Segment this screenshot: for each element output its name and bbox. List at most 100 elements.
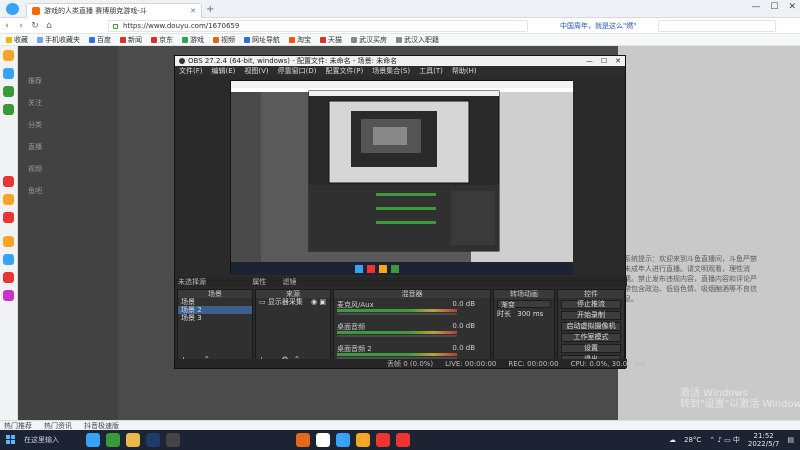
obs-minimize-icon[interactable]: —: [586, 57, 593, 65]
bookmark-item[interactable]: 百度: [89, 35, 111, 45]
app-icon[interactable]: [396, 433, 410, 447]
url-text: https://www.douyu.com/1670659: [123, 22, 240, 30]
sidenav-item[interactable]: 分类: [28, 120, 42, 130]
bookmark-item[interactable]: 游戏: [182, 35, 204, 45]
sidebar-app-icon[interactable]: [3, 68, 14, 79]
menu-help[interactable]: 帮助(H): [452, 66, 477, 76]
new-tab-icon[interactable]: +: [206, 4, 214, 15]
maximize-icon[interactable]: ☐: [770, 2, 778, 12]
settings-button[interactable]: 设置: [561, 344, 621, 353]
back-icon[interactable]: ‹: [0, 21, 14, 31]
file-explorer-icon[interactable]: [126, 433, 140, 447]
obs-titlebar: OBS 27.2.4 (64-bit, windows) - 配置文件: 未命名…: [175, 56, 625, 66]
bookmark-item[interactable]: 天猫: [320, 35, 342, 45]
home-icon[interactable]: ⌂: [42, 21, 56, 31]
weather-icon[interactable]: ☁: [669, 436, 676, 444]
app-icon[interactable]: [356, 433, 370, 447]
refresh-icon[interactable]: ↻: [28, 21, 42, 31]
sidebar-app-icon[interactable]: [3, 194, 14, 205]
filters-button[interactable]: 滤镜: [282, 278, 296, 286]
stop-streaming-button[interactable]: 停止推流: [561, 300, 621, 309]
properties-button[interactable]: 属性: [252, 278, 266, 286]
windows-start-icon[interactable]: [6, 435, 16, 445]
controls-dock: 控件 停止推流 开始录制 启动虚拟摄像机 工作室模式 设置 退出: [557, 289, 625, 367]
app-icon[interactable]: [296, 433, 310, 447]
obs-close-icon[interactable]: ✕: [615, 57, 621, 65]
status-item[interactable]: 热门推荐: [4, 421, 32, 431]
scene-item[interactable]: 场景 3: [178, 314, 252, 322]
edge-browser-icon[interactable]: [86, 433, 100, 447]
track-db: 0.0 dB: [452, 300, 475, 308]
sidebar-app-icon[interactable]: [3, 104, 14, 115]
clock[interactable]: 21:52 2022/5/7: [748, 432, 779, 448]
sidebar-app-icon[interactable]: [3, 254, 14, 265]
taskbar-search[interactable]: 在这里输入: [24, 435, 64, 445]
menu-profile[interactable]: 配置文件(P): [326, 66, 364, 76]
sidebar-app-icon[interactable]: [3, 86, 14, 97]
volume-slider[interactable]: [337, 313, 457, 315]
url-input[interactable]: https://www.douyu.com/1670659: [108, 20, 528, 32]
eye-lock-icon[interactable]: ◉ ▣: [311, 298, 326, 306]
tab-close-icon[interactable]: ✕: [190, 7, 196, 15]
sidebar-app-icon[interactable]: [3, 176, 14, 187]
search-input[interactable]: [658, 20, 776, 32]
sidebar-app-icon[interactable]: [3, 50, 14, 61]
scene-item[interactable]: 场景 2: [178, 306, 252, 314]
minimize-icon[interactable]: —: [751, 2, 760, 12]
temperature[interactable]: 28°C: [684, 436, 701, 444]
virtual-camera-button[interactable]: 启动虚拟摄像机: [561, 322, 621, 331]
bookmark-item[interactable]: 收藏: [6, 35, 28, 45]
sidenav-item[interactable]: 推荐: [28, 76, 42, 86]
duration-input[interactable]: 300 ms: [517, 310, 543, 318]
status-item[interactable]: 抖音极速版: [84, 421, 119, 431]
obs-taskbar-icon[interactable]: [166, 433, 180, 447]
bookmark-icon: [396, 36, 402, 43]
bookmark-item[interactable]: 武汉入职籍: [396, 35, 439, 45]
track-db: 0.0 dB: [452, 322, 475, 330]
notification-icon[interactable]: ▤: [787, 436, 794, 444]
sidebar-app-icon[interactable]: [3, 212, 14, 223]
system-tray: ☁ 28°C ⌃ ♪ ▭ 中 21:52 2022/5/7 ▤: [669, 432, 794, 448]
app-icon[interactable]: [316, 433, 330, 447]
app-icon[interactable]: [336, 433, 350, 447]
browser-tab[interactable]: 游戏的人类直播 赛博朋克游戏-斗 ✕: [26, 3, 202, 18]
bookmark-item[interactable]: 淘宝: [289, 35, 311, 45]
scene-item[interactable]: 场景: [178, 298, 252, 306]
browser-logo-icon[interactable]: [6, 3, 19, 15]
bookmark-item[interactable]: 手机收藏夹: [37, 35, 80, 45]
start-recording-button[interactable]: 开始录制: [561, 311, 621, 320]
bookmark-item[interactable]: 京东: [151, 35, 173, 45]
app-icon[interactable]: [146, 433, 160, 447]
studio-mode-button[interactable]: 工作室模式: [561, 333, 621, 342]
sidenav-item[interactable]: 关注: [28, 98, 42, 108]
obs-preview[interactable]: [230, 80, 573, 275]
bookmark-item[interactable]: 视频: [213, 35, 235, 45]
sidebar-app-icon[interactable]: [3, 236, 14, 247]
transition-select[interactable]: 渐变: [497, 300, 551, 309]
close-icon[interactable]: ✕: [788, 2, 796, 12]
obs-maximize-icon[interactable]: ☐: [601, 57, 607, 65]
volume-meter: [337, 309, 457, 312]
forward-icon[interactable]: ›: [14, 21, 28, 31]
volume-slider[interactable]: [337, 335, 457, 337]
bookmark-item[interactable]: 武汉买房: [351, 35, 387, 45]
menu-scene-collection[interactable]: 场景集合(S): [372, 66, 410, 76]
app-icon[interactable]: [376, 433, 390, 447]
menu-edit[interactable]: 编辑(E): [212, 66, 236, 76]
sidebar-app-icon[interactable]: [3, 272, 14, 283]
news-ticker[interactable]: 中国周年，就是这么"燃": [560, 21, 636, 31]
browser-360-icon[interactable]: [106, 433, 120, 447]
bookmark-item[interactable]: 网址导航: [244, 35, 280, 45]
menu-docks[interactable]: 停靠窗口(D): [278, 66, 317, 76]
menu-file[interactable]: 文件(F): [179, 66, 203, 76]
menu-view[interactable]: 视图(V): [244, 66, 268, 76]
sidenav-item[interactable]: 视频: [28, 164, 42, 174]
sidenav-item[interactable]: 直播: [28, 142, 42, 152]
sidebar-app-icon[interactable]: [3, 290, 14, 301]
status-item[interactable]: 热门资讯: [44, 421, 72, 431]
bookmark-item[interactable]: 新闻: [120, 35, 142, 45]
source-item[interactable]: ▭ 显示器采集 ◉ ▣: [256, 298, 330, 306]
menu-tools[interactable]: 工具(T): [419, 66, 443, 76]
sidenav-item[interactable]: 鱼吧: [28, 186, 42, 196]
tray-icons[interactable]: ⌃ ♪ ▭ 中: [709, 435, 740, 445]
